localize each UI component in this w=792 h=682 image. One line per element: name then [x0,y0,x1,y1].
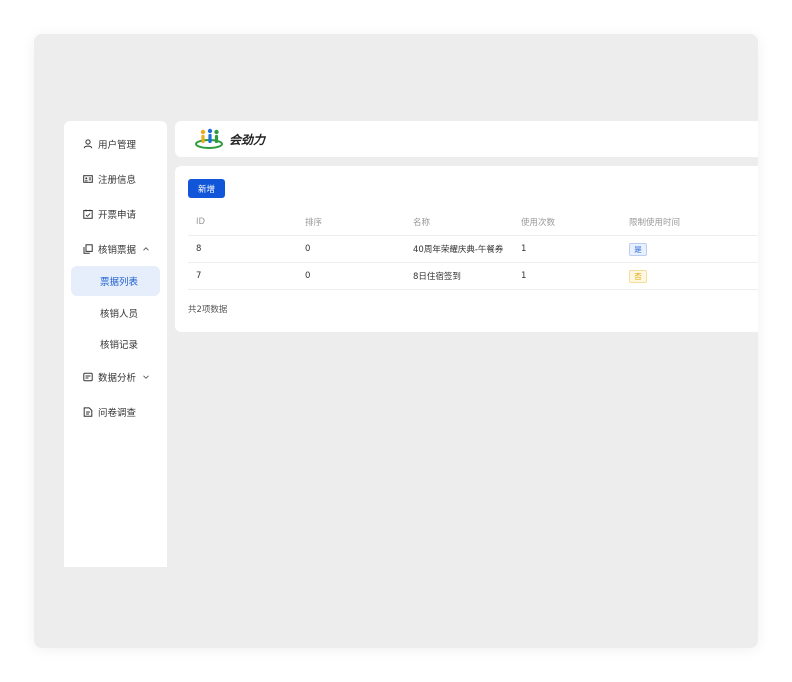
column-header-id: ID [196,217,206,227]
column-header-name: 名称 [413,218,431,228]
table-header-row: ID 排序 名称 使用次数 限制使用时间 [188,209,758,236]
app-frame: 用户管理 注册信息 开票申请 核销票据 票据列表 核销人员 核销记录 数据分析 … [34,34,758,648]
sidebar-subitem-verify-records[interactable]: 核销记录 [71,329,160,359]
analytics-icon [82,372,93,383]
status-badge: 是 [629,242,647,256]
add-button[interactable]: 新增 [188,179,225,198]
id-card-icon [82,174,93,185]
logo-text: 会劲力 [229,132,266,147]
logo-mark-icon [195,128,223,149]
cell-sort: 0 [305,244,311,254]
cell-limit: 是 [629,236,647,262]
sidebar-item-label: 问卷调查 [98,408,137,419]
survey-icon [82,407,93,418]
cell-limit: 否 [629,263,647,289]
sidebar-item-users[interactable]: 用户管理 [64,129,167,159]
copy-icon [82,244,93,255]
cell-id: 8 [196,244,202,254]
sidebar-item-survey[interactable]: 问卷调查 [64,397,167,427]
sidebar-subitem-verifiers[interactable]: 核销人员 [71,298,160,328]
chevron-up-icon [142,245,150,253]
user-icon [82,139,93,150]
column-header-sort: 排序 [305,218,323,228]
table-row[interactable]: 8 0 40周年荣耀庆典-午餐券 1 是 [188,236,758,263]
sidebar-subitem-ticket-list[interactable]: 票据列表 [71,266,160,296]
top-header: 会劲力 [175,121,758,157]
sidebar-item-label: 数据分析 [98,373,137,384]
sidebar-item-label: 用户管理 [98,140,137,151]
pagination-total: 共2项数据 [188,305,228,315]
sidebar-item-analytics[interactable]: 数据分析 [64,362,167,392]
column-header-uses: 使用次数 [521,218,556,228]
status-badge: 否 [629,269,647,283]
brand-logo[interactable]: 会劲力 [195,128,265,150]
sidebar-item-registration[interactable]: 注册信息 [64,164,167,194]
sidebar-item-ticket-verify[interactable]: 核销票据 [64,234,167,264]
sidebar-item-label: 开票申请 [98,210,137,221]
ticket-table: ID 排序 名称 使用次数 限制使用时间 8 0 40周年荣耀庆典-午餐券 1 … [188,209,758,290]
cell-uses: 1 [521,244,527,254]
sidebar-item-label: 核销票据 [98,245,137,256]
cell-name: 40周年荣耀庆典-午餐券 [413,245,504,255]
column-header-limit: 限制使用时间 [629,218,681,228]
sidebar-item-invoice[interactable]: 开票申请 [64,199,167,229]
cell-sort: 0 [305,271,311,281]
cell-uses: 1 [521,271,527,281]
invoice-icon [82,209,93,220]
chevron-down-icon [142,373,150,381]
cell-id: 7 [196,271,202,281]
cell-name: 8日住宿签到 [413,272,461,282]
content-card: 新增 ID 排序 名称 使用次数 限制使用时间 8 0 40周年荣耀庆典-午餐券… [175,166,758,332]
table-row[interactable]: 7 0 8日住宿签到 1 否 [188,263,758,290]
sidebar-item-label: 注册信息 [98,175,137,186]
sidebar: 用户管理 注册信息 开票申请 核销票据 票据列表 核销人员 核销记录 数据分析 … [64,121,167,567]
